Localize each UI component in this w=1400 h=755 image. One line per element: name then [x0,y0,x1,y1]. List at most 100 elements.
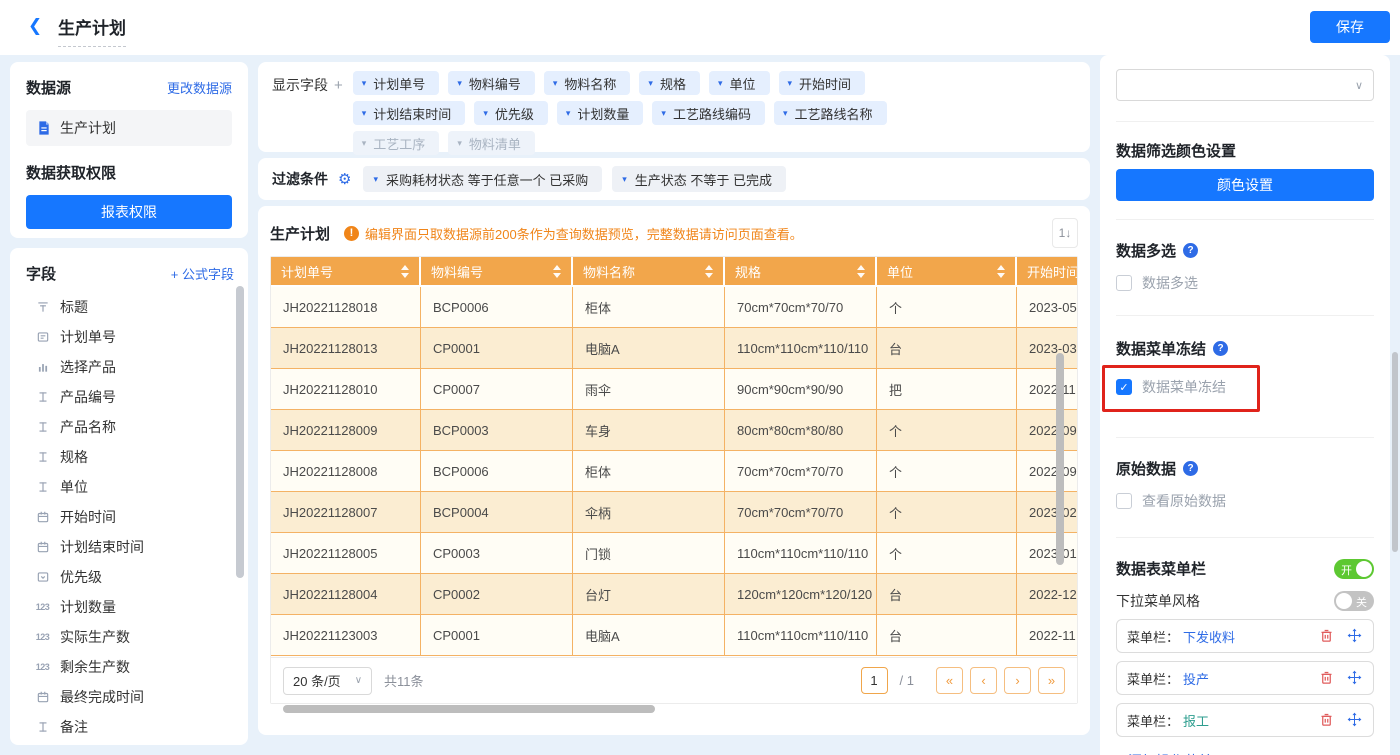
table-cell: 个 [877,287,1017,328]
display-field-chip[interactable]: ▾物料名称 [544,71,631,95]
field-item[interactable]: 计划结束时间 [26,532,234,562]
last-page-button[interactable]: » [1038,667,1065,694]
chevron-down-icon: ▾ [553,78,558,89]
display-field-chip[interactable]: ▾规格 [639,71,700,95]
table-row[interactable]: JH20221128013CP0001电脑A110cm*110cm*110/11… [271,328,1077,369]
move-icon[interactable] [1347,712,1363,728]
display-field-chip[interactable]: ▾工艺工序 [353,131,440,155]
chip-label: 计划结束时间 [373,104,451,123]
dropdown-style-toggle[interactable]: 关 [1334,591,1374,611]
field-item[interactable]: 选择产品 [26,352,234,382]
column-header[interactable]: 物料编号 [421,257,573,287]
column-label: 开始时间 [1027,262,1077,281]
field-item[interactable]: 备注 [26,712,234,742]
display-field-chip[interactable]: ▾工艺路线名称 [774,101,887,125]
save-button[interactable]: 保存 [1310,11,1390,43]
menu-bar-value[interactable]: 下发收料 [1183,627,1315,646]
field-item[interactable]: 开始时间 [26,502,234,532]
first-page-button[interactable]: « [936,667,963,694]
display-field-chip[interactable]: ▾物料清单 [448,131,535,155]
raw-data-checkbox[interactable] [1116,493,1132,509]
move-icon[interactable] [1347,670,1363,686]
table-row[interactable]: JH20221128009BCP0003车身80cm*80cm*80/80个20… [271,410,1077,451]
gear-icon[interactable]: ⚙ [338,170,351,188]
color-settings-button[interactable]: 颜色设置 [1116,169,1374,201]
title-icon [34,300,51,314]
menu-bar-item[interactable]: 菜单栏：下发收料 [1116,619,1374,653]
display-field-chip[interactable]: ▾物料编号 [448,71,535,95]
table-cell: BCP0006 [421,287,573,328]
display-field-chip[interactable]: ▾工艺路线编码 [652,101,765,125]
multi-select-checkbox[interactable] [1116,275,1132,291]
add-display-field-icon[interactable]: + [334,77,343,143]
menu-bar-item[interactable]: 菜单栏：投产 [1116,661,1374,695]
menubar-toggle[interactable]: 开 [1334,559,1374,579]
sort-carets-icon[interactable] [705,265,713,278]
menu-bar-value[interactable]: 报工 [1183,711,1315,730]
column-header[interactable]: 计划单号 [271,257,421,287]
menu-bar-item[interactable]: 菜单栏：报工 [1116,703,1374,737]
table-row[interactable]: JH20221128018BCP0006柜体70cm*70cm*70/70个20… [271,287,1077,328]
field-item[interactable]: 最终完成时间 [26,682,234,712]
sort-carets-icon[interactable] [857,265,865,278]
table-row[interactable]: JH20221128008BCP0006柜体70cm*70cm*70/70个20… [271,451,1077,492]
help-icon[interactable]: ? [1213,341,1228,356]
page-number-input[interactable] [861,667,888,694]
column-header[interactable]: 物料名称 [573,257,725,287]
sort-carets-icon[interactable] [401,265,409,278]
filter-chip[interactable]: ▾采购耗材状态 等于任意一个 已采购 [363,166,602,192]
table-row[interactable]: JH20221128010CP0007雨伞90cm*90cm*90/90把202… [271,369,1077,410]
column-header[interactable]: 开始时间 [1017,257,1077,287]
display-field-chip[interactable]: ▾开始时间 [779,71,866,95]
display-field-chip[interactable]: ▾计划数量 [557,101,644,125]
field-item[interactable]: 单位 [26,472,234,502]
table-row[interactable]: JH20221123003CP0001电脑A110cm*110cm*110/11… [271,615,1077,656]
page-size-select[interactable]: 20 条/页 ∨ [283,667,372,695]
next-page-button[interactable]: › [1004,667,1031,694]
datasource-item[interactable]: 生产计划 [26,110,232,146]
back-icon[interactable]: ❮ [28,16,42,36]
change-datasource-link[interactable]: 更改数据源 [167,78,232,97]
display-field-chip[interactable]: ▾单位 [709,71,770,95]
panel-select[interactable]: ∨ [1116,69,1374,101]
add-formula-field-link[interactable]: + 公式字段 [171,264,234,283]
sort-order-button[interactable]: 1↓ [1052,218,1078,248]
field-item[interactable]: 123计划数量 [26,592,234,622]
field-item[interactable]: 产品编号 [26,382,234,412]
chip-label: 工艺工序 [373,134,425,153]
column-header[interactable]: 单位 [877,257,1017,287]
menu-bar-value[interactable]: 投产 [1183,669,1315,688]
table-row[interactable]: JH20221128007BCP0004伞柄70cm*70cm*70/70个20… [271,492,1077,533]
display-field-chip[interactable]: ▾计划单号 [353,71,440,95]
move-icon[interactable] [1347,628,1363,644]
field-item[interactable]: 规格 [26,442,234,472]
field-item[interactable]: 123剩余生产数 [26,652,234,682]
delete-icon[interactable] [1319,628,1335,644]
add-action-menu-link[interactable]: + 添加操作菜单 [1116,751,1374,755]
field-item[interactable]: 标题 [26,292,234,322]
fields-scrollbar-thumb[interactable] [236,286,244,578]
column-header[interactable]: 规格 [725,257,877,287]
field-item[interactable]: 123实际生产数 [26,622,234,652]
field-item[interactable]: 产品名称 [26,412,234,442]
table-horizontal-scrollbar-thumb[interactable] [283,705,655,713]
table-row[interactable]: JH20221128004CP0002台灯120cm*120cm*120/120… [271,574,1077,615]
window-scrollbar-thumb[interactable] [1392,352,1398,552]
help-icon[interactable]: ? [1183,243,1198,258]
table-cell: BCP0003 [421,410,573,451]
sort-carets-icon[interactable] [997,265,1005,278]
table-vertical-scrollbar-thumb[interactable] [1056,353,1064,565]
delete-icon[interactable] [1319,670,1335,686]
field-item[interactable]: 优先级 [26,562,234,592]
filter-chip[interactable]: ▾生产状态 不等于 已完成 [612,166,786,192]
sort-carets-icon[interactable] [553,265,561,278]
prev-page-button[interactable]: ‹ [970,667,997,694]
field-item[interactable]: 计划单号 [26,322,234,352]
display-field-chip[interactable]: ▾计划结束时间 [353,101,466,125]
help-icon[interactable]: ? [1183,461,1198,476]
display-field-chip[interactable]: ▾优先级 [474,101,548,125]
report-permission-button[interactable]: 报表权限 [26,195,232,229]
menu-freeze-checkbox[interactable]: ✓ [1116,379,1132,395]
delete-icon[interactable] [1319,712,1335,728]
table-row[interactable]: JH20221128005CP0003门锁110cm*110cm*110/110… [271,533,1077,574]
